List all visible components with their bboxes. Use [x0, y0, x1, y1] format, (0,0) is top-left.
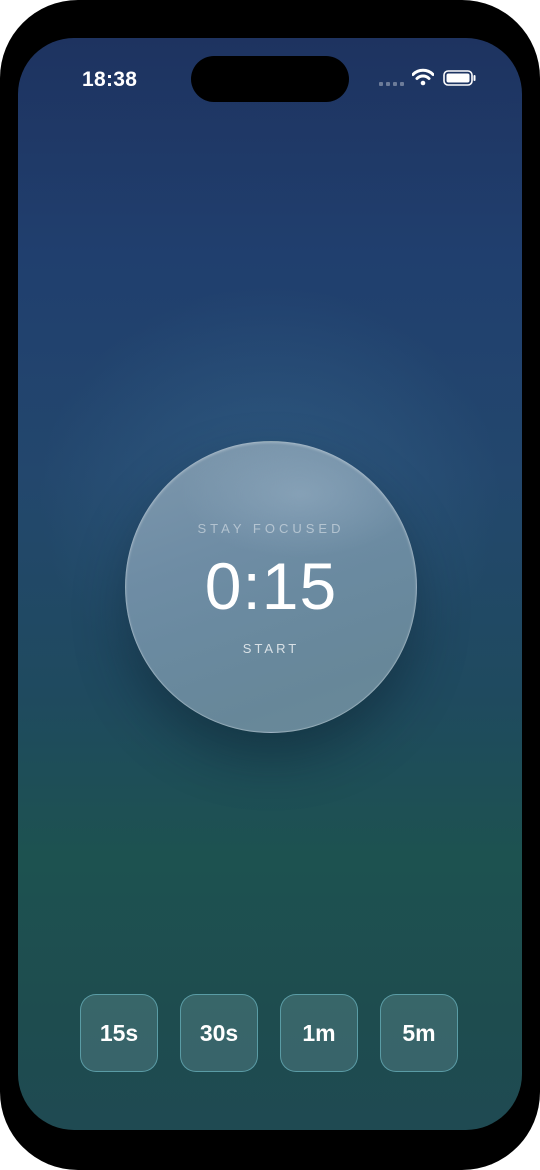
wifi-icon [411, 68, 435, 86]
preset-15s-button[interactable]: 15s [80, 994, 158, 1072]
timer-start-button[interactable]: STAY FOCUSED 0:15 START [125, 441, 417, 733]
battery-icon [443, 70, 477, 86]
signal-dots-icon [379, 82, 405, 87]
dynamic-island [191, 56, 349, 102]
preset-1m-button[interactable]: 1m [280, 994, 358, 1072]
start-label: START [242, 641, 300, 656]
preset-30s-button[interactable]: 30s [180, 994, 258, 1072]
app-screen: 18:38 STAY FOCUSED 0:15 START 15s 30s 1m… [18, 38, 522, 1130]
duration-presets: 15s 30s 1m 5m [18, 994, 522, 1074]
phone-frame: 18:38 STAY FOCUSED 0:15 START 15s 30s 1m… [0, 0, 540, 1170]
preset-5m-button[interactable]: 5m [380, 994, 458, 1072]
camera-dot [243, 10, 261, 22]
focus-caption: STAY FOCUSED [197, 521, 345, 536]
status-time: 18:38 [82, 68, 138, 91]
timer-display: 0:15 [204, 549, 338, 623]
